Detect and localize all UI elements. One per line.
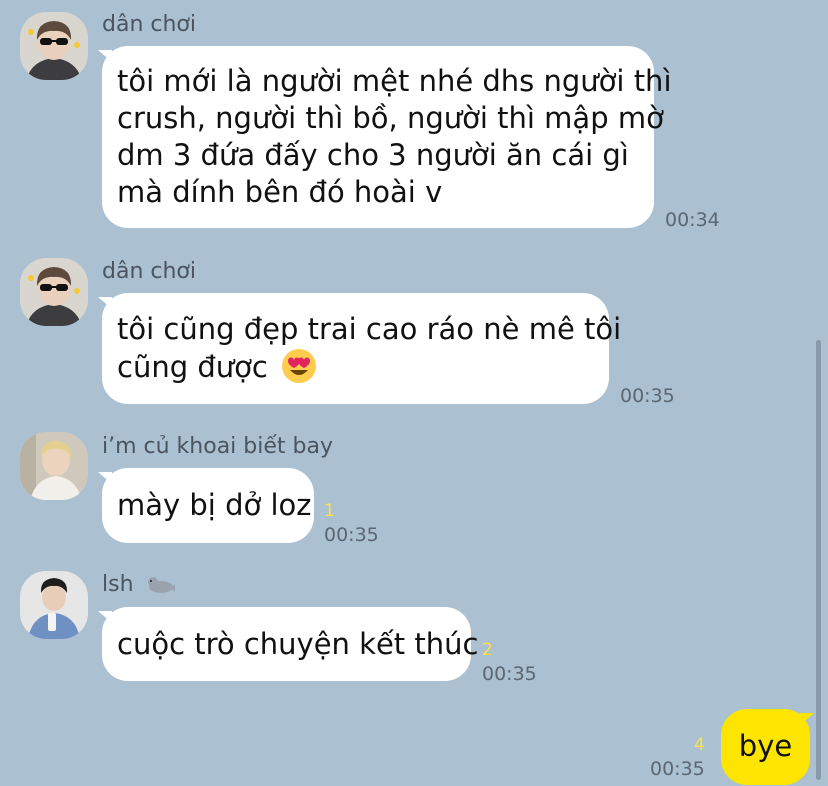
unread-count: 2 (482, 640, 493, 660)
sender-name-text: lsh (102, 572, 134, 597)
sunglasses-guy-avatar-icon (20, 12, 88, 80)
message-line: mà dính bên đó hoài v (117, 175, 443, 209)
message-line: cuộc trò chuyện kết thúc (117, 627, 479, 661)
blond-guy-avatar-icon (20, 432, 88, 500)
sender-name: lsh (102, 572, 175, 597)
message-bubble[interactable]: tôi cũng đẹp trai cao ráo nè mê tôi cũng… (102, 293, 622, 404)
message-bubble[interactable]: mày bị dở loz (102, 468, 314, 543)
message-timestamp: 00:35 (650, 758, 705, 780)
message-line: bye (738, 729, 793, 763)
sender-avatar[interactable] (20, 258, 88, 326)
message-line: mày bị dở loz (117, 488, 312, 522)
sender-avatar[interactable] (20, 571, 88, 639)
sender-name: dân chơi (102, 259, 196, 284)
bubble-tail (800, 713, 814, 725)
message-timestamp: 00:35 (482, 663, 537, 685)
scrollbar[interactable] (816, 340, 821, 780)
sender-name: i’m củ khoai biết bay (102, 434, 333, 459)
denim-jacket-guy-avatar-icon (20, 571, 88, 639)
sender-avatar[interactable] (20, 12, 88, 80)
sender-name: dân chơi (102, 12, 196, 37)
seal-emoji-icon (147, 577, 175, 593)
unread-count: 1 (324, 501, 335, 521)
heart-eyes-emoji-icon (282, 349, 317, 383)
message-timestamp: 00:35 (620, 385, 675, 407)
message-line: crush, người thì bồ, người thì mập mờ (117, 101, 664, 135)
message-line: dm 3 đứa đấy cho 3 người ăn cái gì (117, 138, 629, 172)
message-line: cũng được (117, 350, 268, 384)
my-message-bubble[interactable]: bye (721, 709, 810, 785)
message-timestamp: 00:35 (324, 524, 379, 546)
sender-avatar[interactable] (20, 432, 88, 500)
message-line: tôi cũng đẹp trai cao ráo nè mê tôi (117, 312, 622, 346)
message-bubble[interactable]: cuộc trò chuyện kết thúc (102, 607, 479, 681)
message-line: tôi mới là người mệt nhé dhs người thì (117, 64, 672, 98)
message-timestamp: 00:34 (665, 209, 720, 231)
message-bubble[interactable]: tôi mới là người mệt nhé dhs người thì c… (102, 46, 672, 228)
sunglasses-guy-avatar-icon (20, 258, 88, 326)
unread-count: 4 (694, 735, 705, 755)
